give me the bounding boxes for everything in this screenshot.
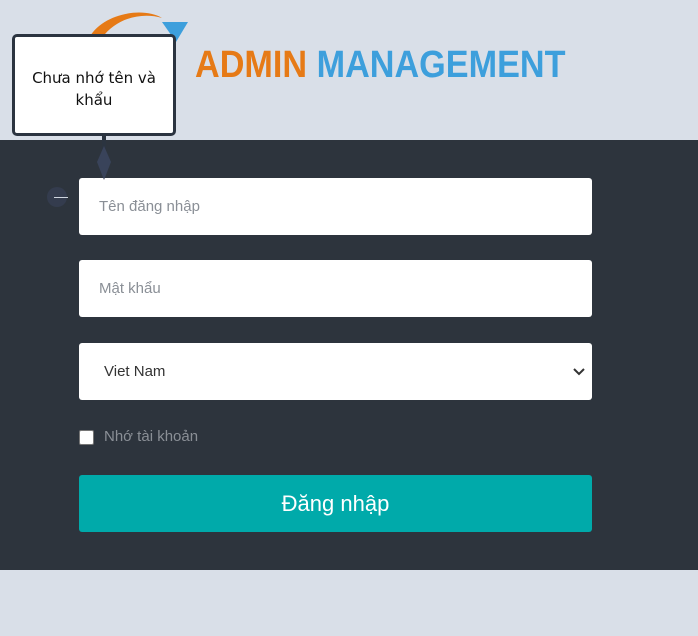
logo-admin-word: ADMIN <box>195 44 308 86</box>
login-button[interactable]: Đăng nhập <box>79 475 592 532</box>
logo-management-word: MANAGEMENT <box>316 44 566 86</box>
side-dash <box>54 197 68 198</box>
remember-label[interactable]: Nhớ tài khoản <box>104 428 198 445</box>
password-input[interactable] <box>79 260 592 317</box>
country-select-value: Viet Nam <box>104 363 166 380</box>
tooltip-pointer-icon <box>97 136 111 180</box>
username-input[interactable] <box>79 178 592 235</box>
tooltip-text: Chưa nhớ tên và khẩu <box>32 69 156 109</box>
tooltip: Chưa nhớ tên và khẩu <box>12 34 176 136</box>
chevron-down-icon <box>573 368 585 376</box>
country-select[interactable]: Viet Nam <box>79 343 592 400</box>
logo-text: ADMIN MANAGEMENT <box>195 46 565 84</box>
remember-checkbox[interactable] <box>79 430 94 445</box>
